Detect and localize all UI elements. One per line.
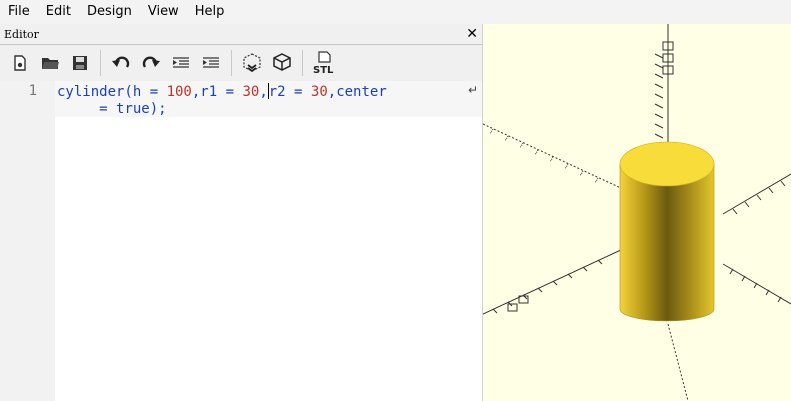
menu-bar: File Edit Design View Help bbox=[0, 0, 791, 24]
code-token: r2 = bbox=[268, 84, 311, 100]
code-number: 30 bbox=[310, 84, 328, 100]
editor-panel: Editor ✕ STL 1 cylinder(h = 100,r1 = 30,… bbox=[0, 24, 483, 401]
menu-design[interactable]: Design bbox=[79, 0, 140, 24]
editor-titlebar: Editor ✕ bbox=[0, 24, 482, 45]
new-file-icon[interactable] bbox=[6, 48, 34, 78]
menu-view[interactable]: View bbox=[140, 0, 187, 24]
code-text[interactable]: cylinder(h = 100,r1 = 30,r2 = 30,center … bbox=[57, 83, 387, 118]
toolbar-separator bbox=[100, 50, 101, 76]
code-keyword: true bbox=[116, 101, 150, 117]
open-folder-icon[interactable] bbox=[36, 48, 64, 78]
code-token: ,center bbox=[327, 84, 387, 100]
viewport-canvas bbox=[483, 24, 791, 401]
code-editor[interactable]: 1 cylinder(h = 100,r1 = 30,r2 = 30,cente… bbox=[0, 81, 482, 401]
code-token: = bbox=[57, 101, 117, 117]
line-number: 1 bbox=[28, 83, 37, 99]
stl-label: STL bbox=[313, 65, 334, 75]
preview-icon[interactable] bbox=[238, 48, 266, 78]
menu-help[interactable]: Help bbox=[187, 0, 233, 24]
toolbar-separator bbox=[302, 50, 303, 76]
code-token: ,r1 = bbox=[191, 84, 243, 100]
export-stl-icon[interactable]: STL bbox=[309, 48, 337, 78]
code-token: ); bbox=[149, 101, 167, 117]
menu-edit[interactable]: Edit bbox=[38, 0, 79, 24]
undo-icon[interactable] bbox=[107, 48, 135, 78]
code-number: 100 bbox=[166, 84, 192, 100]
save-icon[interactable] bbox=[66, 48, 94, 78]
close-icon[interactable]: ✕ bbox=[466, 27, 478, 41]
indent-icon[interactable] bbox=[197, 48, 225, 78]
3d-viewport[interactable] bbox=[483, 24, 791, 401]
toolbar-separator bbox=[231, 50, 232, 76]
line-wrap-icon: ↵ bbox=[467, 83, 478, 97]
code-number: 30 bbox=[242, 84, 260, 100]
editor-title: Editor bbox=[4, 27, 39, 41]
render-icon[interactable] bbox=[268, 48, 296, 78]
editor-toolbar: STL bbox=[0, 45, 482, 82]
code-token: , bbox=[259, 84, 268, 100]
menu-file[interactable]: File bbox=[0, 0, 38, 24]
line-gutter: 1 bbox=[0, 81, 55, 401]
unindent-icon[interactable] bbox=[167, 48, 195, 78]
cylinder bbox=[619, 141, 715, 322]
code-token: cylinder(h = bbox=[57, 84, 167, 100]
redo-icon[interactable] bbox=[137, 48, 165, 78]
